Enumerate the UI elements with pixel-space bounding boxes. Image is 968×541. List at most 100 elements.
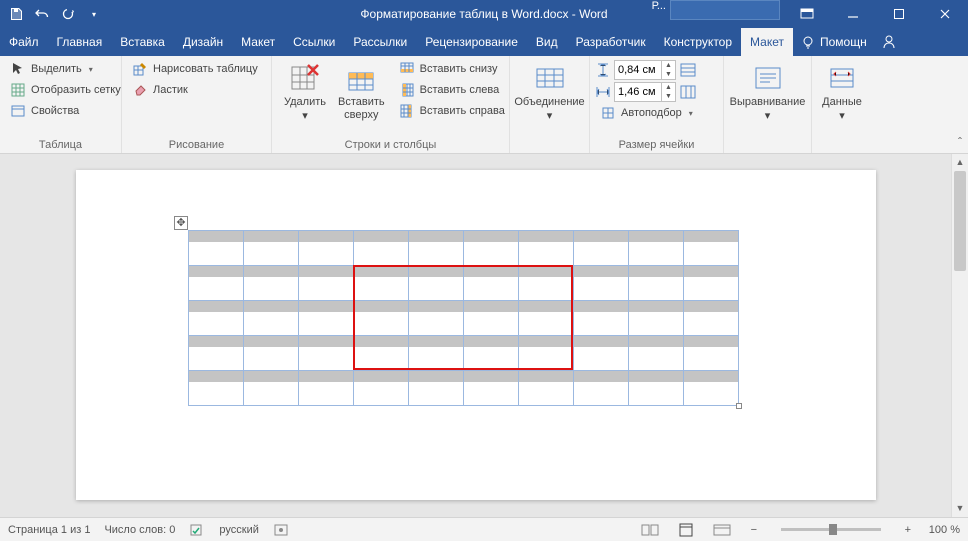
table-cell[interactable]: [629, 231, 684, 249]
table-cell[interactable]: [574, 283, 629, 301]
table-cell[interactable]: [574, 231, 629, 249]
save-icon[interactable]: [8, 6, 24, 22]
table-cell[interactable]: [684, 231, 739, 249]
undo-icon[interactable]: [34, 6, 50, 22]
table-cell[interactable]: [244, 353, 299, 371]
table-cell[interactable]: [189, 353, 244, 371]
zoom-level[interactable]: 100 %: [929, 524, 960, 536]
scroll-up-icon[interactable]: ▲: [952, 154, 968, 171]
properties-button[interactable]: Свойства: [6, 102, 125, 120]
table-cell[interactable]: [244, 336, 299, 354]
web-layout-icon[interactable]: [711, 521, 733, 539]
select-button[interactable]: Выделить▾: [6, 60, 125, 78]
tell-me[interactable]: Помощн: [793, 28, 875, 56]
tab-references[interactable]: Ссылки: [284, 28, 344, 56]
distribute-cols-icon[interactable]: [680, 85, 696, 99]
table-cell[interactable]: [299, 388, 354, 406]
collapse-ribbon-icon[interactable]: ˆ: [958, 135, 962, 149]
table-cell[interactable]: [409, 248, 464, 266]
table-cell[interactable]: [354, 248, 409, 266]
table-cell[interactable]: [519, 248, 574, 266]
height-input[interactable]: ▲▼: [614, 60, 676, 80]
table-cell[interactable]: [189, 248, 244, 266]
table-cell[interactable]: [244, 301, 299, 319]
table-cell[interactable]: [189, 283, 244, 301]
table-cell[interactable]: [409, 301, 464, 319]
autofit-button[interactable]: Автоподбор▾: [596, 104, 697, 122]
draw-table-button[interactable]: Нарисовать таблицу: [128, 60, 262, 78]
table-cell[interactable]: [354, 231, 409, 249]
table-cell[interactable]: [519, 371, 574, 389]
table-resize-handle-icon[interactable]: [736, 403, 742, 409]
table-cell[interactable]: [409, 388, 464, 406]
table-cell[interactable]: [244, 231, 299, 249]
tab-file[interactable]: Файл: [0, 28, 48, 56]
table-cell[interactable]: [684, 353, 739, 371]
table-cell[interactable]: [189, 336, 244, 354]
table-cell[interactable]: [354, 318, 409, 336]
table-cell[interactable]: [244, 388, 299, 406]
table-cell[interactable]: [684, 301, 739, 319]
table-cell[interactable]: [189, 388, 244, 406]
table-cell[interactable]: [629, 318, 684, 336]
redo-icon[interactable]: [60, 6, 76, 22]
table-cell[interactable]: [519, 301, 574, 319]
table-cell[interactable]: [409, 231, 464, 249]
table-cell[interactable]: [684, 248, 739, 266]
read-mode-icon[interactable]: [639, 521, 661, 539]
table-cell[interactable]: [189, 371, 244, 389]
ribbon-display-icon[interactable]: [784, 0, 830, 28]
table-cell[interactable]: [464, 336, 519, 354]
spin-down-icon[interactable]: ▼: [661, 92, 675, 101]
data-button[interactable]: Данные ▾: [816, 60, 868, 137]
table-cell[interactable]: [519, 283, 574, 301]
tab-insert[interactable]: Вставка: [111, 28, 174, 56]
table-cell[interactable]: [684, 283, 739, 301]
table-cell[interactable]: [684, 266, 739, 284]
table-cell[interactable]: [574, 301, 629, 319]
tab-table-layout[interactable]: Макет: [741, 28, 793, 56]
table-cell[interactable]: [354, 388, 409, 406]
table-cell[interactable]: [409, 318, 464, 336]
spin-up-icon[interactable]: ▲: [661, 61, 675, 70]
table-cell[interactable]: [684, 388, 739, 406]
tab-mailings[interactable]: Рассылки: [344, 28, 416, 56]
page[interactable]: ✥: [76, 170, 876, 500]
table-cell[interactable]: [189, 231, 244, 249]
tab-developer[interactable]: Разработчик: [567, 28, 655, 56]
tab-layout[interactable]: Макет: [232, 28, 284, 56]
table-cell[interactable]: [409, 283, 464, 301]
table-cell[interactable]: [519, 336, 574, 354]
table-cell[interactable]: [354, 371, 409, 389]
table-cell[interactable]: [464, 248, 519, 266]
table-cell[interactable]: [629, 371, 684, 389]
table-cell[interactable]: [299, 283, 354, 301]
table-cell[interactable]: [409, 266, 464, 284]
table-cell[interactable]: [409, 353, 464, 371]
table-cell[interactable]: [629, 283, 684, 301]
table-cell[interactable]: [354, 283, 409, 301]
merge-button[interactable]: Объединение ▾: [513, 60, 587, 137]
table-cell[interactable]: [629, 301, 684, 319]
table-cell[interactable]: [299, 353, 354, 371]
alignment-button[interactable]: Выравнивание ▾: [727, 60, 809, 137]
table-cell[interactable]: [629, 336, 684, 354]
table-cell[interactable]: [629, 248, 684, 266]
width-input[interactable]: ▲▼: [614, 82, 676, 102]
table-cell[interactable]: [519, 318, 574, 336]
page-indicator[interactable]: Страница 1 из 1: [8, 524, 90, 536]
zoom-slider[interactable]: [781, 528, 881, 531]
zoom-out-button[interactable]: −: [747, 524, 761, 536]
table-cell[interactable]: [299, 336, 354, 354]
table-cell[interactable]: [574, 336, 629, 354]
table-cell[interactable]: [519, 353, 574, 371]
table-cell[interactable]: [299, 248, 354, 266]
tab-design[interactable]: Дизайн: [174, 28, 232, 56]
table-cell[interactable]: [629, 388, 684, 406]
table-cell[interactable]: [299, 318, 354, 336]
table-cell[interactable]: [519, 231, 574, 249]
table-cell[interactable]: [684, 336, 739, 354]
share-icon[interactable]: [875, 28, 903, 56]
table-cell[interactable]: [574, 248, 629, 266]
insert-below-button[interactable]: Вставить снизу: [395, 60, 509, 78]
